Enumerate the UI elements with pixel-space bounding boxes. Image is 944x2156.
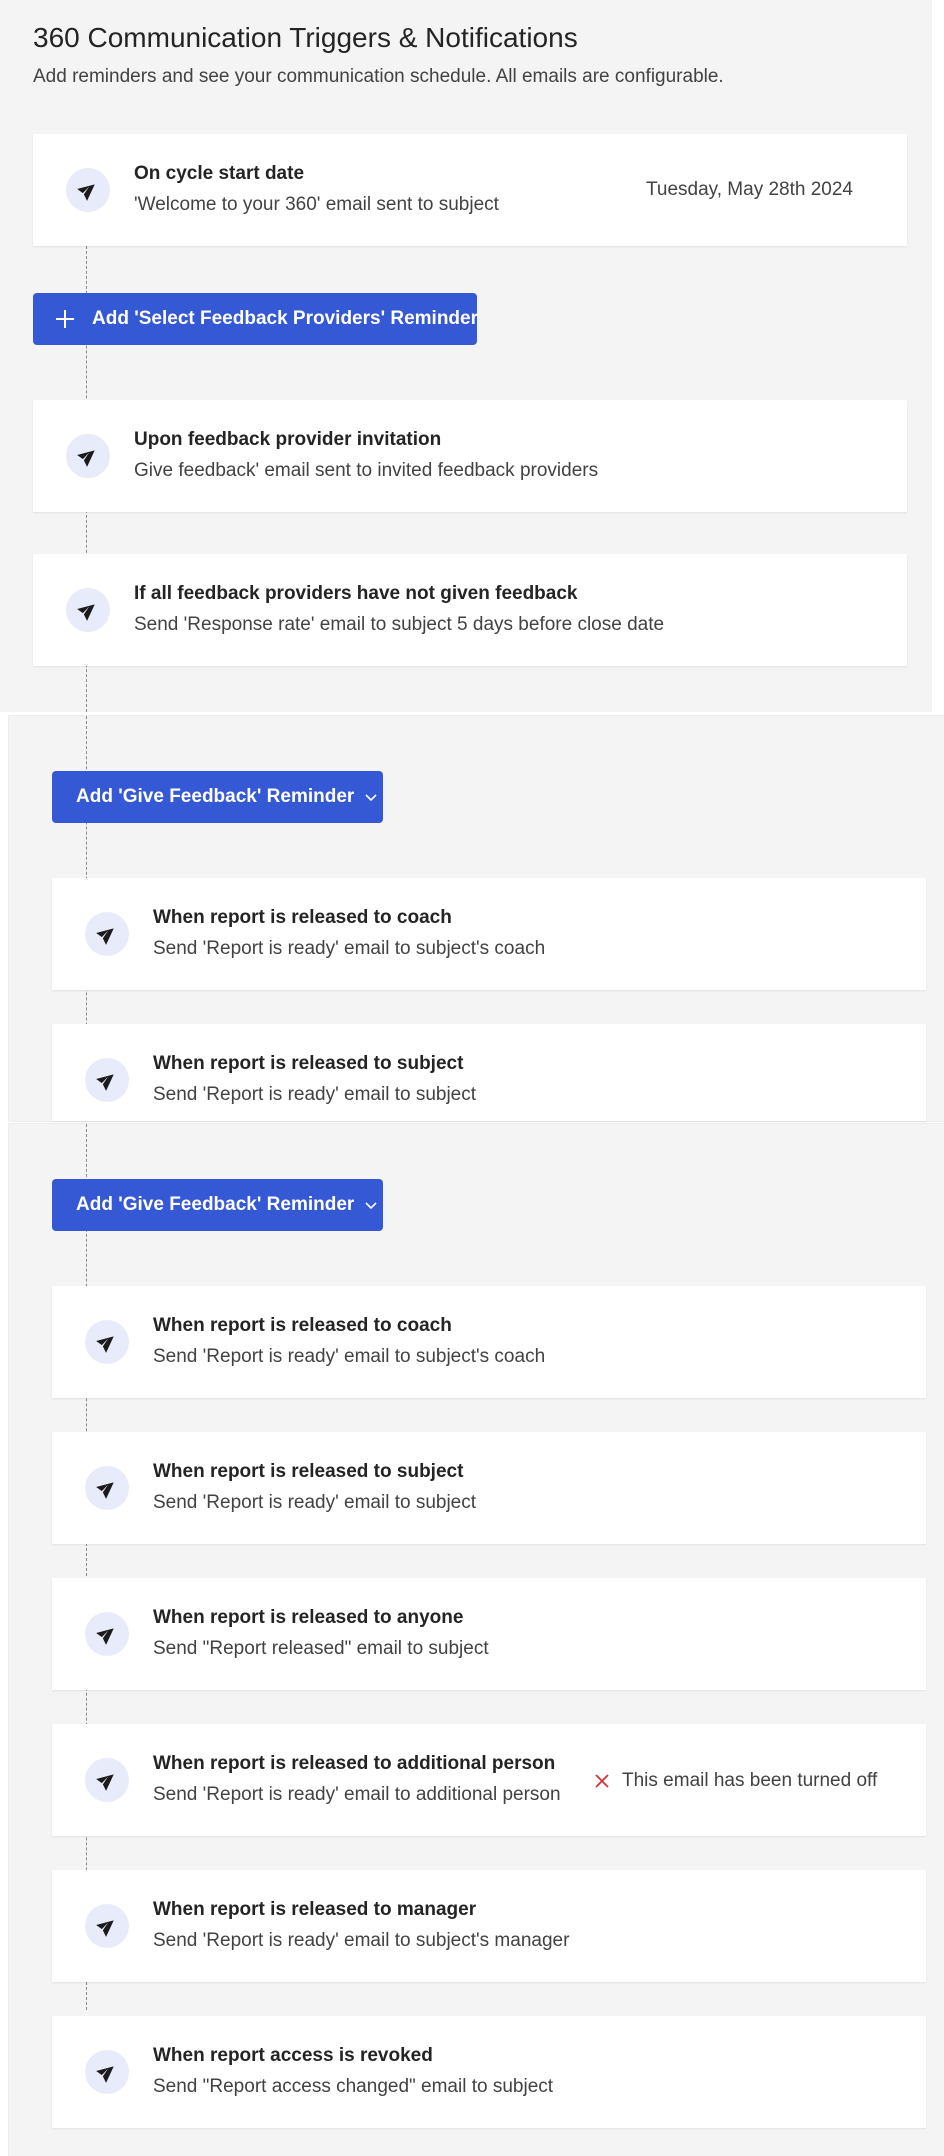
send-icon bbox=[66, 434, 110, 478]
timeline-panel: 360 Communication Triggers & Notificatio… bbox=[0, 0, 932, 712]
trigger-title: When report access is revoked bbox=[153, 2045, 433, 2066]
trigger-title: If all feedback providers have not given… bbox=[134, 583, 578, 604]
trigger-description: 'Welcome to your 360' email sent to subj… bbox=[134, 194, 499, 215]
send-icon bbox=[85, 2050, 129, 2094]
send-icon bbox=[66, 168, 110, 212]
send-icon bbox=[85, 1758, 129, 1802]
button-label: Add 'Give Feedback' Reminder bbox=[76, 786, 355, 807]
trigger-title: On cycle start date bbox=[134, 163, 305, 184]
email-off-label: This email has been turned off bbox=[622, 1770, 878, 1791]
trigger-card: When report access is revoked Send "Repo… bbox=[52, 2016, 926, 2128]
trigger-description: Give feedback' email sent to invited fee… bbox=[134, 460, 599, 481]
trigger-description: Send "Report released" email to subject bbox=[153, 1638, 489, 1659]
trigger-card: When report is released to coach Send 'R… bbox=[52, 878, 926, 990]
trigger-card: When report is released to subject Send … bbox=[52, 1432, 926, 1544]
trigger-card: If all feedback providers have not given… bbox=[33, 554, 907, 666]
button-label: Add 'Give Feedback' Reminder bbox=[76, 1194, 355, 1215]
add-give-feedback-reminder-button[interactable]: Add 'Give Feedback' Reminder bbox=[52, 771, 383, 823]
trigger-description: Send 'Response rate' email to subject 5 … bbox=[134, 614, 665, 635]
chevron-down-icon bbox=[364, 792, 378, 802]
page-subtitle: Add reminders and see your communication… bbox=[33, 66, 724, 87]
trigger-title: Upon feedback provider invitation bbox=[134, 429, 442, 450]
timeline-panel: Add 'Give Feedback' Reminder When report… bbox=[9, 716, 944, 1121]
trigger-card: Upon feedback provider invitation Give f… bbox=[33, 400, 907, 512]
add-select-feedback-providers-reminder-button[interactable]: Add 'Select Feedback Providers' Reminder bbox=[33, 293, 479, 345]
trigger-title: When report is released to subject bbox=[153, 1461, 464, 1482]
send-icon bbox=[85, 1612, 129, 1656]
trigger-description: Send 'Report is ready' email to addition… bbox=[153, 1784, 561, 1805]
trigger-card: When report is released to coach Send 'R… bbox=[52, 1286, 926, 1398]
trigger-description: Send 'Report is ready' email to subject bbox=[153, 1492, 477, 1513]
send-icon bbox=[85, 912, 129, 956]
send-icon bbox=[85, 1058, 129, 1102]
trigger-card: On cycle start date 'Welcome to your 360… bbox=[33, 134, 907, 246]
trigger-description: Send "Report access changed" email to su… bbox=[153, 2076, 554, 2097]
trigger-description: Send 'Report is ready' email to subject bbox=[153, 1084, 477, 1105]
trigger-title: When report is released to manager bbox=[153, 1899, 477, 1920]
plus-icon bbox=[54, 308, 76, 330]
page-title: 360 Communication Triggers & Notificatio… bbox=[33, 22, 578, 53]
trigger-title: When report is released to coach bbox=[153, 1315, 452, 1336]
trigger-title: When report is released to additional pe… bbox=[153, 1753, 556, 1774]
button-label: Add 'Select Feedback Providers' Reminder bbox=[92, 308, 479, 329]
trigger-date: Tuesday, May 28th 2024 bbox=[645, 179, 853, 200]
timeline-panel: Add 'Give Feedback' Reminder When report… bbox=[9, 1124, 944, 2156]
send-icon bbox=[66, 588, 110, 632]
send-icon bbox=[85, 1320, 129, 1364]
trigger-description: Send 'Report is ready' email to subject'… bbox=[153, 938, 546, 959]
chevron-down-icon bbox=[364, 1200, 378, 1210]
close-icon bbox=[594, 1773, 610, 1789]
trigger-card: When report is released to manager Send … bbox=[52, 1870, 926, 1982]
trigger-description: Send 'Report is ready' email to subject'… bbox=[153, 1346, 546, 1367]
trigger-title: When report is released to subject bbox=[153, 1053, 464, 1074]
send-icon bbox=[85, 1904, 129, 1948]
trigger-title: When report is released to anyone bbox=[153, 1607, 464, 1628]
add-give-feedback-reminder-button[interactable]: Add 'Give Feedback' Reminder bbox=[52, 1179, 383, 1231]
email-off-status: This email has been turned off bbox=[594, 1770, 877, 1792]
trigger-card: When report is released to additional pe… bbox=[52, 1724, 926, 1836]
trigger-card: When report is released to subject Send … bbox=[52, 1024, 926, 1121]
send-icon bbox=[85, 1466, 129, 1510]
trigger-description: Send 'Report is ready' email to subject'… bbox=[153, 1930, 570, 1951]
trigger-card: When report is released to anyone Send "… bbox=[52, 1578, 926, 1690]
trigger-title: When report is released to coach bbox=[153, 907, 452, 928]
